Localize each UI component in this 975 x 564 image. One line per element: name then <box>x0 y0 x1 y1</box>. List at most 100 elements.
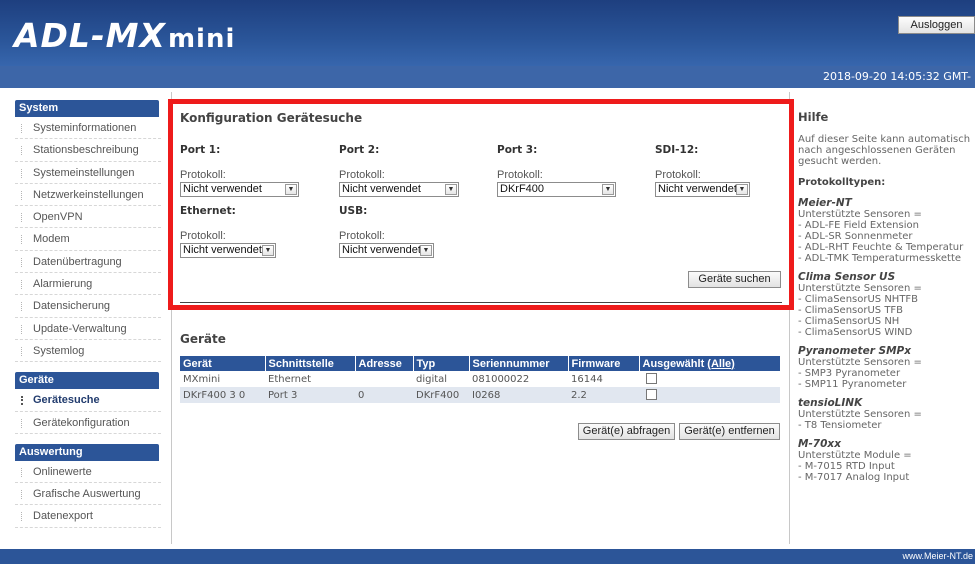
help-section-title: tensioLINK <box>798 397 863 409</box>
sidebar-item-netzwerkeinstellungen[interactable]: Netzwerkeinstellungen <box>15 184 161 207</box>
help-section-title: Clima Sensor US <box>798 271 896 283</box>
sidebar-item-update-verwaltung[interactable]: Update-Verwaltung <box>15 318 161 340</box>
nav-group-system: System Systeminformationen Stationsbesch… <box>15 100 161 363</box>
help-panel: Hilfe Auf dieser Seite kann automatisch … <box>798 110 975 490</box>
sidebar-item-geraetesuche[interactable]: Gerätesuche <box>15 389 161 412</box>
chevron-down-icon: ▼ <box>602 184 614 195</box>
help-subtitle: Protokolltypen: <box>798 177 886 188</box>
config-panel: Konfiguration Gerätesuche Port 1: Protok… <box>168 99 794 310</box>
sidebar-item-datenuebertragung[interactable]: Datenübertragung <box>15 251 161 274</box>
chevron-down-icon: ▼ <box>445 184 457 195</box>
help-line: - ClimaSensorUS NH <box>798 316 900 327</box>
sidebar-item-grafische-auswertung[interactable]: Grafische Auswertung <box>15 483 161 506</box>
nav-group-title: Auswertung <box>15 443 159 461</box>
sdi12-protocol-select[interactable]: Nicht verwendet ▼ <box>655 182 750 197</box>
help-section-title: M-70xx <box>798 438 841 450</box>
chevron-down-icon: ▼ <box>285 184 297 195</box>
sidebar-item-openvpn[interactable]: OpenVPN <box>15 206 161 229</box>
logout-button[interactable]: Ausloggen <box>898 16 975 34</box>
sidebar-item-systeminformationen[interactable]: Systeminformationen <box>15 117 161 140</box>
select-checkbox[interactable] <box>646 373 657 385</box>
help-line: Unterstützte Sensoren = <box>798 209 922 220</box>
sidebar-item-stationsbeschreibung[interactable]: Stationsbeschreibung <box>15 139 161 162</box>
ethernet-group: Ethernet: Protokoll: Nicht verwendet ▼ <box>180 205 300 258</box>
help-line: - ADL-TMK Temperaturmesskette <box>798 253 962 264</box>
column-header: Typ <box>413 356 470 371</box>
port-1-protocol-select[interactable]: Nicht verwendet ▼ <box>180 182 299 197</box>
query-devices-button[interactable]: Gerät(e) abfragen <box>578 423 675 440</box>
port-3-protocol-select[interactable]: DKrF400 ▼ <box>497 182 616 197</box>
sidebar-item-systemeinstellungen[interactable]: Systemeinstellungen <box>15 162 161 184</box>
footer-bar: www.Meier-NT.de <box>0 549 975 564</box>
column-header: Firmware <box>568 356 640 371</box>
cell-type: DKrF400 <box>413 387 469 403</box>
sdi12-group: SDI-12: Protokoll: Nicht verwendet ▼ <box>655 144 775 197</box>
date-bar: 2018-09-20 14:05:32 GMT- <box>0 66 975 88</box>
help-line: Unterstützte Sensoren = <box>798 357 922 368</box>
help-line: - ClimaSensorUS TFB <box>798 305 904 316</box>
cell-interface: Port 3 <box>265 387 355 403</box>
sidebar-item-modem[interactable]: Modem <box>15 228 161 251</box>
table-row: DKrF400 3 0 Port 3 0 DKrF400 I0268 2.2 <box>180 387 780 403</box>
port-label: SDI-12: <box>655 144 699 156</box>
cell-interface: Ethernet <box>265 371 355 387</box>
port-2-protocol-select[interactable]: Nicht verwendet ▼ <box>339 182 459 197</box>
column-header: Schnittstelle <box>265 356 356 371</box>
sidebar-item-systemlog[interactable]: Systemlog <box>15 340 161 363</box>
cell-serial: I0268 <box>469 387 568 403</box>
help-line: - ADL-SR Sonnenmeter <box>798 231 913 242</box>
help-title: Hilfe <box>798 110 829 124</box>
select-checkbox[interactable] <box>646 389 657 401</box>
help-line: - M-7015 RTD Input <box>798 461 895 472</box>
cell-serial: 081000022 <box>469 371 568 387</box>
help-intro: Auf dieser Seite kann automatisch nach a… <box>798 134 971 167</box>
sidebar-item-geraetekonfiguration[interactable]: Gerätekonfiguration <box>15 412 161 434</box>
help-line: - ADL-RHT Feuchte & Temperatur <box>798 242 964 253</box>
search-devices-button[interactable]: Geräte suchen <box>688 271 781 288</box>
sidebar-item-datenexport[interactable]: Datenexport <box>15 505 161 528</box>
port-2-group: Port 2: Protokoll: Nicht verwendet ▼ <box>339 144 459 197</box>
nav-group-auswertung: Auswertung Onlinewerte Grafische Auswert… <box>15 443 161 528</box>
help-line: - SMP11 Pyranometer <box>798 379 907 390</box>
port-label: Ethernet: <box>180 205 236 217</box>
port-label: Port 1: <box>180 144 221 156</box>
help-section-title: Pyranometer SMPx <box>798 345 912 357</box>
sidebar-item-onlinewerte[interactable]: Onlinewerte <box>15 461 161 484</box>
help-line: - SMP3 Pyranometer <box>798 368 901 379</box>
table-header-row: Gerät Schnittstelle Adresse Typ Seriennu… <box>180 356 780 371</box>
divider <box>180 302 782 303</box>
column-header-selected: Ausgewählt (Alle) <box>639 356 780 371</box>
port-label: Port 2: <box>339 144 380 156</box>
cell-firmware: 2.2 <box>568 387 639 403</box>
nav-group-geraete: Geräte Gerätesuche Gerätekonfiguration <box>15 372 161 434</box>
chevron-down-icon: ▼ <box>736 184 748 195</box>
column-header: Seriennummer <box>469 356 569 371</box>
help-section-pyranometer: Pyranometer SMPx Unterstützte Sensoren =… <box>798 345 975 390</box>
devices-title: Geräte <box>180 332 226 346</box>
help-section-title: Meier-NT <box>798 197 852 209</box>
protocol-label: Protokoll: <box>497 169 543 181</box>
table-row: MXmini Ethernet digital 081000022 16144 <box>180 371 780 387</box>
help-section-meier-nt: Meier-NT Unterstützte Sensoren = - ADL-F… <box>798 197 975 264</box>
sidebar-item-alarmierung[interactable]: Alarmierung <box>15 273 161 296</box>
help-line: Unterstützte Module = <box>798 450 912 461</box>
sidebar-item-datensicherung[interactable]: Datensicherung <box>15 295 161 318</box>
protocol-label: Protokoll: <box>339 230 385 242</box>
help-line: Unterstützte Sensoren = <box>798 283 922 294</box>
usb-group: USB: Protokoll: Nicht verwendet ▼ <box>339 205 459 258</box>
cell-selected <box>639 387 780 403</box>
help-line: - ClimaSensorUS NHTFB <box>798 294 919 305</box>
usb-protocol-select[interactable]: Nicht verwendet ▼ <box>339 243 434 258</box>
cell-device: DKrF400 3 0 <box>180 387 265 403</box>
footer-link[interactable]: www.Meier-NT.de <box>902 551 973 561</box>
select-all-link[interactable]: (Alle) <box>707 358 735 370</box>
remove-devices-button[interactable]: Gerät(e) entfernen <box>679 423 780 440</box>
port-label: Port 3: <box>497 144 538 156</box>
help-line: - T8 Tensiometer <box>798 420 882 431</box>
cell-type: digital <box>413 371 469 387</box>
app-logo: ADL-MXmini <box>14 16 236 55</box>
protocol-label: Protokoll: <box>655 169 701 181</box>
help-line: - ClimaSensorUS WIND <box>798 327 913 338</box>
nav-group-title: Geräte <box>15 372 159 390</box>
ethernet-protocol-select[interactable]: Nicht verwendet ▼ <box>180 243 276 258</box>
